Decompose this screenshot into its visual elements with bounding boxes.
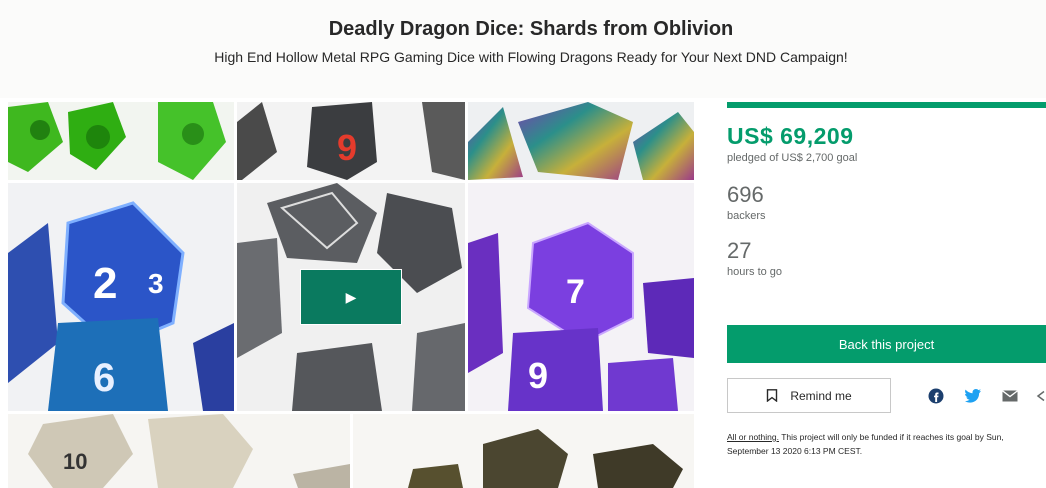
bronze-dice-image[interactable] [353, 414, 694, 488]
purple-dice-image[interactable]: 7 9 [468, 183, 694, 411]
svg-text:9: 9 [337, 127, 357, 168]
svg-text:3: 3 [148, 268, 164, 299]
svg-text:6: 6 [93, 356, 115, 400]
green-dice-image[interactable] [8, 102, 234, 180]
remind-me-label: Remind me [790, 388, 852, 403]
share-icon[interactable] [1034, 387, 1046, 405]
svg-text:7: 7 [566, 273, 585, 311]
project-subtitle: High End Hollow Metal RPG Gaming Dice wi… [214, 49, 848, 65]
play-icon: ▶ [345, 288, 357, 305]
facebook-icon[interactable] [927, 387, 945, 405]
svg-text:10: 10 [63, 449, 87, 474]
all-or-nothing-link[interactable]: All or nothing. [727, 432, 779, 442]
project-title: Deadly Dragon Dice: Shards from Oblivion [328, 18, 734, 40]
funding-stats: US$ 69,209 pledged of US$ 2,700 goal 696… [727, 102, 1046, 278]
remind-me-button[interactable]: Remind me [727, 378, 891, 413]
svg-text:2: 2 [93, 259, 117, 308]
svg-text:9: 9 [528, 355, 548, 396]
rainbow-dice-image[interactable] [468, 102, 694, 180]
pledged-goal-label: pledged of US$ 2,700 goal [727, 152, 858, 164]
project-header: Deadly Dragon Dice: Shards from Oblivion… [0, 0, 1046, 98]
backers-count: 696 [727, 182, 764, 207]
backers-label: backers [727, 210, 766, 222]
backers-stat: 696 backers [727, 182, 1046, 222]
email-icon[interactable] [1001, 387, 1019, 405]
time-left-stat: 27 hours to go [727, 238, 1046, 278]
black-red-dice-image[interactable]: 9 [237, 102, 465, 180]
funding-note: All or nothing. This project will only b… [727, 430, 1046, 458]
bookmark-icon [767, 389, 778, 402]
play-video-button[interactable]: ▶ [300, 269, 402, 325]
gold-silver-dice-image[interactable]: 10 [8, 414, 350, 488]
time-left-label: hours to go [727, 266, 783, 278]
twitter-icon[interactable] [964, 387, 982, 405]
back-this-project-button[interactable]: Back this project [727, 325, 1046, 363]
funding-progress-bar [727, 102, 1046, 108]
funding-progress-fill [727, 102, 1046, 108]
time-left-count: 27 [727, 238, 752, 263]
pledged-amount: US$ 69,209 [727, 123, 854, 149]
blue-dice-image[interactable]: 2 3 6 [8, 183, 234, 411]
